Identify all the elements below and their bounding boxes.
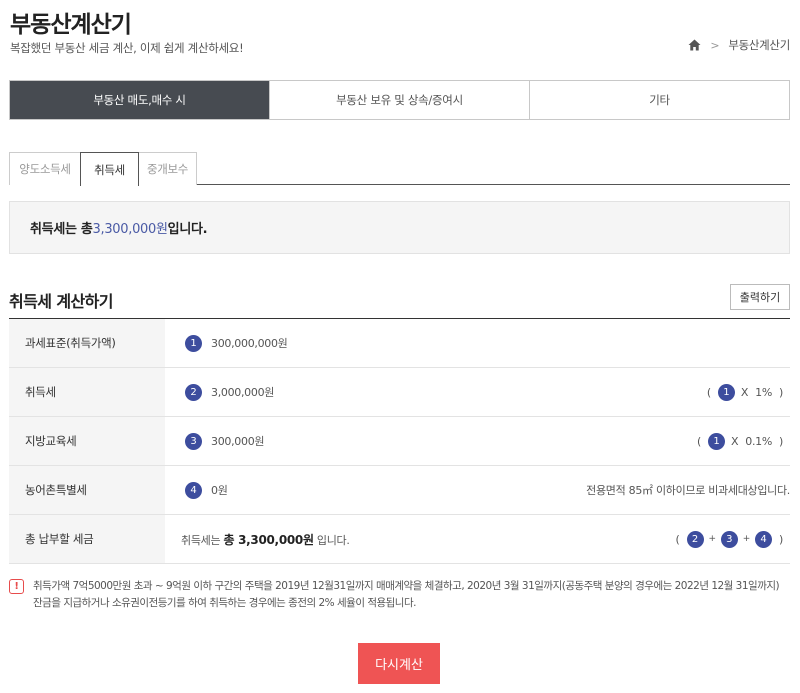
number-badge: 2 [185, 383, 202, 401]
row-note: 전용면적 85㎡ 이하이므로 비과세대상입니다. [586, 484, 790, 497]
home-icon[interactable] [688, 39, 701, 51]
row-label: 과세표준(취득가액) [9, 319, 165, 367]
plus-op: + [742, 534, 751, 544]
result-prefix: 취득세는 총 [30, 222, 93, 237]
row-label: 총 납부할 세금 [9, 515, 165, 563]
row-value: 2 3,000,000원 [165, 383, 275, 401]
calc-table: 과세표준(취득가액) 1 300,000,000원 취득세 2 3,000,00… [9, 318, 790, 564]
row-value: 4 0원 [165, 481, 228, 499]
row-label: 취득세 [9, 368, 165, 416]
formula: ( 1 X 1% ) [700, 368, 790, 416]
number-badge: 3 [185, 432, 202, 450]
value-text: 3,000,000원 [211, 386, 275, 399]
subtab-brokerage-fee[interactable]: 중개보수 [138, 152, 197, 185]
row-label: 농어촌특별세 [9, 466, 165, 514]
total-prefix: 취득세는 [181, 533, 224, 547]
main-tabs: 부동산 매도,매수 시 부동산 보유 및 상속/증여시 기타 [9, 80, 790, 120]
total-formula: ( 2 + 3 + 4 ) [669, 515, 791, 563]
total-amount: 총 3,300,000원 [223, 532, 314, 547]
formula: ( 1 X 0.1% ) [690, 417, 790, 465]
sub-tabs: 양도소득세 취득세 중개보수 [9, 152, 790, 186]
notice: ! 취득가액 7억5000만원 초과 ~ 9억원 이하 구간의 주택을 2019… [9, 578, 790, 612]
notice-text: 취득가액 7억5000만원 초과 ~ 9억원 이하 구간의 주택을 2019년 … [33, 580, 780, 609]
result-amount: 3,300,000원 [92, 222, 168, 237]
number-badge: 4 [185, 481, 202, 499]
warning-icon: ! [9, 579, 24, 594]
subtab-capital-gains-tax[interactable]: 양도소득세 [9, 152, 81, 185]
section-title: 취득세 계산하기 [9, 292, 113, 311]
recalculate-button[interactable]: 다시계산 [358, 643, 440, 684]
paren-close: ) [779, 385, 783, 399]
number-badge: 1 [717, 383, 735, 401]
paren-open: ( [706, 385, 711, 399]
tab-etc[interactable]: 기타 [529, 81, 789, 119]
table-row-total: 총 납부할 세금 취득세는 총 3,300,000원 입니다. ( 2 + 3 … [9, 515, 790, 564]
row-value: 1 300,000,000원 [165, 334, 288, 352]
chevron-right-icon: > [710, 38, 720, 52]
number-badge: 1 [185, 334, 202, 352]
rate-text: 1% [755, 385, 772, 399]
breadcrumb: > 부동산계산기 [688, 37, 790, 53]
multiply-op: X [731, 434, 739, 448]
total-suffix: 입니다. [313, 533, 350, 547]
value-text: 300,000원 [211, 435, 265, 448]
rate-text: 0.1% [745, 434, 772, 448]
print-button[interactable]: 출력하기 [730, 284, 790, 310]
result-summary: 취득세는 총 3,300,000원 입니다. [9, 201, 790, 254]
paren-open: ( [697, 434, 701, 448]
paren-close: ) [779, 434, 783, 448]
tab-holding-inheritance-gift[interactable]: 부동산 보유 및 상속/증여시 [269, 81, 529, 119]
number-badge: 1 [708, 432, 725, 450]
number-badge: 3 [720, 530, 738, 548]
result-suffix: 입니다. [167, 222, 208, 237]
number-badge: 4 [755, 530, 772, 548]
page-title: 부동산계산기 [10, 12, 132, 38]
value-text: 300,000,000원 [211, 337, 288, 350]
tab-real-estate-trade[interactable]: 부동산 매도,매수 시 [10, 81, 269, 119]
table-row: 취득세 2 3,000,000원 ( 1 X 1% ) [9, 368, 790, 417]
table-row: 농어촌특별세 4 0원 전용면적 85㎡ 이하이므로 비과세대상입니다. [9, 466, 790, 515]
table-row: 지방교육세 3 300,000원 ( 1 X 0.1% ) [9, 417, 790, 466]
plus-op: + [708, 534, 717, 544]
page-subtitle: 복잡했던 부동산 세금 계산, 이제 쉽게 계산하세요! [10, 41, 244, 55]
paren-open: ( [675, 532, 680, 546]
total-value: 취득세는 총 3,300,000원 입니다. [165, 531, 350, 548]
number-badge: 2 [686, 530, 704, 548]
row-label: 지방교육세 [9, 417, 165, 465]
value-text: 0원 [211, 484, 228, 497]
subtab-acquisition-tax[interactable]: 취득세 [80, 152, 139, 186]
table-row: 과세표준(취득가액) 1 300,000,000원 [9, 319, 790, 368]
breadcrumb-current[interactable]: 부동산계산기 [728, 37, 790, 53]
row-value: 3 300,000원 [165, 432, 265, 450]
paren-close: ) [779, 532, 783, 546]
multiply-op: X [740, 385, 749, 399]
